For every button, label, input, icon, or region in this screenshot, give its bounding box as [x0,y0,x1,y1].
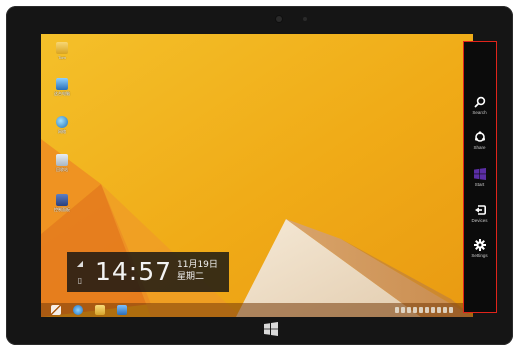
clock-time: 14:57 [95,257,173,286]
charm-settings[interactable]: Settings [464,239,495,258]
tray-item-icon [437,307,441,313]
charm-devices[interactable]: Devices [464,204,495,223]
system-tray[interactable] [395,307,453,313]
recycle-bin-icon [56,154,68,166]
desktop-icon-user-folder[interactable]: Tom [45,42,79,72]
gear-icon [473,239,486,251]
network-signal-icon: ◢ [76,259,84,268]
taskbar-ie-icon[interactable] [73,305,83,315]
battery-icon: ▯ [77,276,83,285]
lock-clock-overlay: ◢ ▯ 14:57 11月19日 星期二 [67,252,229,292]
ambient-sensor [303,17,307,21]
charm-label: Share [473,145,486,150]
tray-item-icon [431,307,435,313]
desktop-icon-label: 网络 [58,129,66,134]
hardware-windows-button[interactable] [264,322,278,336]
taskbar-explorer-icon[interactable] [95,305,105,315]
network-icon [56,116,68,128]
tray-item-icon [413,307,417,313]
desktop-icon-network[interactable]: 网络 [45,116,79,146]
tray-item-icon [419,307,423,313]
desktop-icon-recycle-bin[interactable]: 回收站 [45,154,79,184]
tray-item-icon [425,307,429,313]
control-panel-icon [56,194,68,206]
windows-logo-icon [473,168,486,180]
charm-share[interactable]: Share [464,131,495,150]
clock-date: 11月19日 星期二 [177,259,218,283]
charm-start[interactable]: Start [464,168,495,187]
taskbar [41,303,473,317]
computer-icon [56,78,68,90]
taskbar-app-icon[interactable] [117,305,127,315]
front-camera [276,16,282,22]
share-icon [474,131,485,142]
tray-item-icon [407,307,411,313]
desktop-icon-label: 控制面板 [54,207,70,212]
devices-icon [474,205,486,215]
tray-item-icon [401,307,405,313]
charm-label: Start [474,182,485,187]
charm-label: Devices [471,218,488,223]
charm-label: Settings [471,253,488,258]
tray-item-icon [443,307,447,313]
charm-search[interactable]: Search [464,96,495,115]
user-folder-icon [56,42,68,54]
tray-item-icon [449,307,453,313]
desktop-icon-label: Tom [58,55,66,60]
clock-date-day: 11月19日 [177,260,218,270]
desktop-screen: Tom 这台电脑 网络 回收站 控制面板 ◢ ▯ 14:57 11月19日 星期… [41,34,473,317]
search-icon [474,96,485,108]
clock-date-weekday: 星期二 [177,272,205,282]
desktop-icon-label: 这台电脑 [54,91,70,96]
desktop-icon-computer[interactable]: 这台电脑 [45,78,79,108]
clock-status-icons: ◢ ▯ [75,259,85,285]
tray-item-icon [395,307,399,313]
desktop-icon-label: 回收站 [56,167,68,172]
desktop-icon-control-panel[interactable]: 控制面板 [45,194,79,224]
charms-bar: Search Share Start Devices Settings [463,41,497,313]
charm-label: Search [472,110,487,115]
taskbar-start-icon[interactable] [51,305,61,315]
